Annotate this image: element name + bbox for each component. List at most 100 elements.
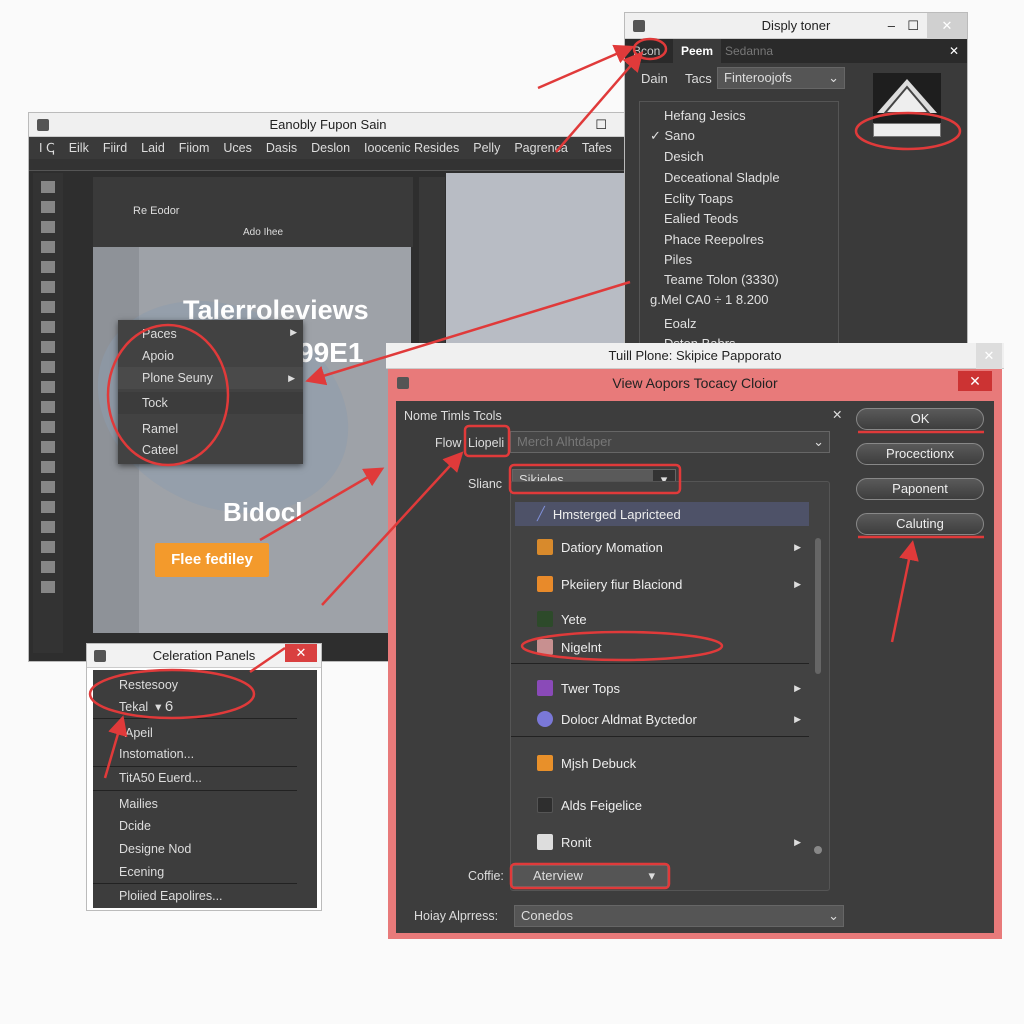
- tool-icon[interactable]: [41, 421, 55, 433]
- list-item[interactable]: Ecening: [119, 865, 164, 879]
- menu-item[interactable]: Ioocenic Resides: [364, 141, 459, 155]
- list-item[interactable]: Ploiied Eapolires...: [119, 889, 223, 903]
- list-item[interactable]: ✓ Sano: [650, 128, 695, 144]
- scroll-thumb[interactable]: [814, 846, 822, 854]
- menu-item[interactable]: Plone Seuny ▶: [118, 367, 303, 389]
- list-item[interactable]: Eoalz: [664, 316, 697, 331]
- tab[interactable]: Peem: [673, 39, 722, 63]
- list-item[interactable]: Apeil: [125, 726, 153, 740]
- list-item[interactable]: Instomation...: [119, 747, 194, 761]
- list-item[interactable]: Ealied Teods: [664, 211, 738, 226]
- close-button[interactable]: ✕: [285, 644, 317, 662]
- menu-item[interactable]: Tafes: [582, 141, 612, 155]
- tab-bar: Bcon Peem Sedanna ✕: [625, 39, 967, 63]
- pen-icon: ╱: [537, 506, 545, 521]
- menu-item[interactable]: I ↅ: [39, 141, 55, 155]
- menu-item[interactable]: Tock: [118, 392, 303, 414]
- tool-icon[interactable]: [41, 341, 55, 353]
- list-item[interactable]: Restesooy: [119, 678, 178, 692]
- menu-item[interactable]: Fiiom: [179, 141, 210, 155]
- chevron-down-icon: ▾: [648, 868, 655, 883]
- tool-icon[interactable]: [41, 241, 55, 253]
- list-item[interactable]: Dcide: [119, 819, 151, 833]
- holay-dropdown[interactable]: Conedos ⌄: [514, 905, 844, 927]
- list-item[interactable]: Deceational Sladple: [664, 170, 780, 185]
- scrollbar[interactable]: [815, 538, 821, 674]
- menu-item[interactable]: Pagrenca: [514, 141, 568, 155]
- list-item[interactable]: Eclity Toaps: [664, 191, 733, 206]
- paponent-button[interactable]: Paponent: [856, 478, 984, 500]
- coffie-dropdown[interactable]: Aterview ▾: [512, 865, 668, 887]
- menu-item[interactable]: Dasis: [266, 141, 297, 155]
- tool-icon[interactable]: [41, 281, 55, 293]
- display-window: Disply toner – ☐ ✕ Bcon Peem Sedanna ✕ D…: [624, 12, 968, 346]
- menu-item[interactable]: Deslon: [311, 141, 350, 155]
- list-item[interactable]: Mailies: [119, 797, 158, 811]
- context-menu: Paces ▶ Apoio Plone Seuny ▶ Tock Ramel Cat…: [118, 320, 303, 464]
- list-item[interactable]: Teame Tolon (3330): [664, 272, 779, 287]
- menu-item[interactable]: Laid: [141, 141, 165, 155]
- tool-icon[interactable]: [41, 581, 55, 593]
- tool-icon[interactable]: [41, 461, 55, 473]
- close-button[interactable]: ✕: [958, 371, 992, 391]
- list-item[interactable]: Dolocr Aldmat Byctedor: [537, 711, 697, 727]
- tool-icon[interactable]: [41, 321, 55, 333]
- filter-dropdown[interactable]: Finteroojofs ⌄: [717, 67, 845, 89]
- caluting-button[interactable]: Caluting: [856, 513, 984, 535]
- tool-icon[interactable]: [41, 181, 55, 193]
- tool-icon[interactable]: [41, 261, 55, 273]
- list-item[interactable]: Pkeiiery fiur Blaciond: [537, 576, 682, 592]
- close-button[interactable]: ✕: [976, 343, 1002, 369]
- menu-item[interactable]: Fiird: [103, 141, 127, 155]
- tool-icon[interactable]: [41, 561, 55, 573]
- preview-slider[interactable]: [873, 123, 941, 137]
- close-button[interactable]: ✕: [927, 13, 967, 39]
- list-item[interactable]: Designe Nod: [119, 842, 191, 856]
- list-item[interactable]: Phace Reepolres: [664, 232, 764, 247]
- close-icon[interactable]: ✕: [949, 39, 959, 63]
- menu-item[interactable]: Pelly: [473, 141, 500, 155]
- list-item[interactable]: Yete: [537, 611, 587, 627]
- menu-item[interactable]: Cateel: [142, 443, 178, 457]
- holay-label: Hoiay Alprress:: [414, 909, 499, 923]
- tool-icon[interactable]: [41, 301, 55, 313]
- status-readout: g.Mel CA0 ÷ 1 8.200: [650, 292, 769, 307]
- tool-icon[interactable]: [41, 201, 55, 213]
- flow-dropdown[interactable]: Merch Alhtdaper ⌄: [510, 431, 830, 453]
- tab[interactable]: Bcon: [633, 39, 660, 63]
- list-item[interactable]: Mjsh Debuck: [537, 755, 636, 771]
- list-item[interactable]: Desich: [664, 149, 704, 164]
- list-item[interactable]: Twer Tops: [537, 680, 620, 696]
- tool-icon[interactable]: [41, 221, 55, 233]
- procection-button[interactable]: Procectionx: [856, 443, 984, 465]
- tool-icon[interactable]: [41, 521, 55, 533]
- cta-button[interactable]: Flee fediley: [155, 543, 269, 577]
- list-item[interactable]: Alds Feigelice: [537, 797, 642, 813]
- list-item[interactable]: Datiory Momation: [537, 539, 663, 555]
- minimize-icon[interactable]: –: [888, 13, 895, 39]
- tab[interactable]: Sedanna: [725, 39, 773, 63]
- tool-icon[interactable]: [41, 381, 55, 393]
- menu-item[interactable]: Apoio: [142, 349, 174, 363]
- tool-icon[interactable]: [41, 481, 55, 493]
- list-item[interactable]: Piles: [664, 252, 692, 267]
- tool-icon[interactable]: [41, 501, 55, 513]
- tool-icon[interactable]: [41, 401, 55, 413]
- menu-item[interactable]: Uces: [223, 141, 251, 155]
- menu-item[interactable]: Ramel: [142, 422, 178, 436]
- tool-icon[interactable]: [41, 541, 55, 553]
- maximize-icon[interactable]: ☐: [907, 13, 919, 39]
- list-item[interactable]: Nigelnt: [537, 639, 601, 655]
- list-item[interactable]: TitA50 Euerd...: [119, 771, 202, 785]
- tool-icon[interactable]: [41, 441, 55, 453]
- list-item[interactable]: Hefang Jesics: [664, 108, 746, 123]
- close-icon[interactable]: ✕: [832, 407, 842, 422]
- list-item[interactable]: Ronit: [537, 834, 591, 850]
- tool-icon[interactable]: [41, 361, 55, 373]
- ok-button[interactable]: OK: [856, 408, 984, 430]
- menu-item[interactable]: Eilk: [69, 141, 89, 155]
- maximize-icon[interactable]: ☐: [595, 113, 607, 137]
- menu-item[interactable]: Paces ▶: [142, 327, 297, 341]
- dialog-tabs[interactable]: Nome Timls Tcols: [404, 409, 502, 423]
- list-item[interactable]: ╱ Hmsterged Lapricteed: [537, 506, 681, 522]
